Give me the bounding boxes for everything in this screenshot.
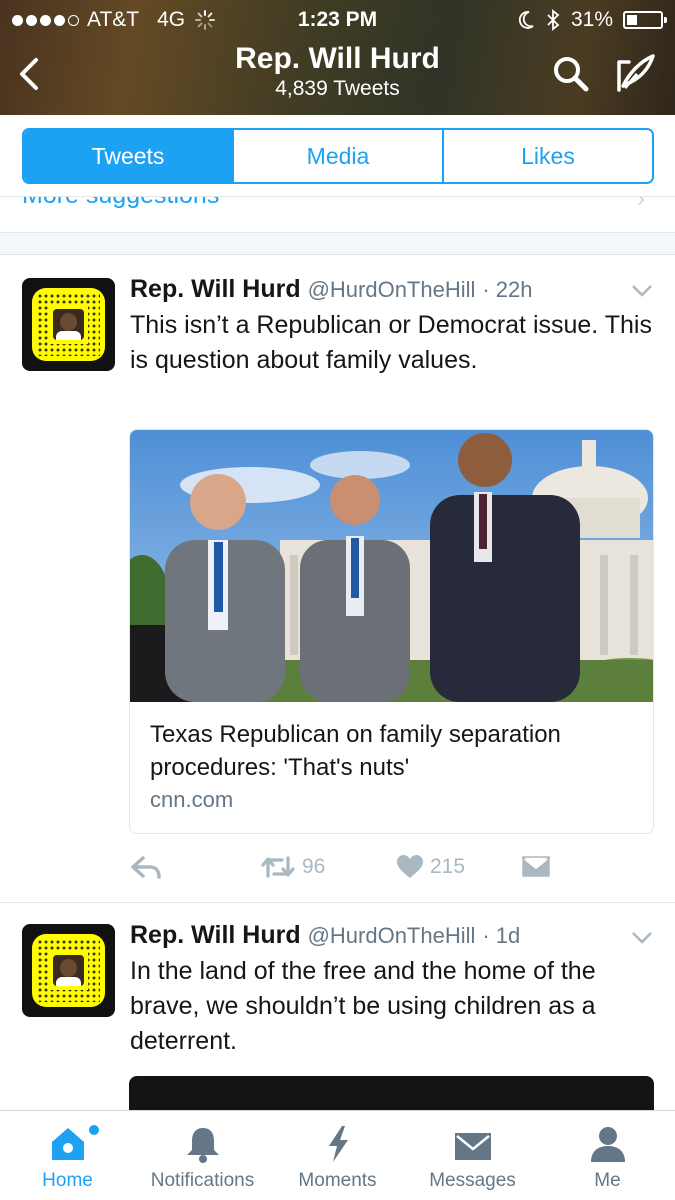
profile-header: AT&T 4G 1:23 PM 31% Rep. Will Hurd 4,839… <box>0 0 675 115</box>
avatar[interactable] <box>22 924 115 1017</box>
retweet-button[interactable]: 96 <box>260 854 325 880</box>
moon-icon <box>518 11 534 29</box>
more-suggestions-link[interactable]: More suggestions <box>22 197 219 210</box>
card-domain: cnn.com <box>150 787 234 812</box>
envelope-icon <box>454 1133 491 1160</box>
media-preview[interactable] <box>129 1076 654 1110</box>
chevron-down-icon[interactable] <box>631 284 653 298</box>
status-bar: AT&T 4G 1:23 PM 31% <box>0 6 675 34</box>
new-content-dot <box>89 1125 99 1135</box>
bell-icon <box>186 1128 219 1163</box>
retweet-count: 96 <box>302 855 326 878</box>
reply-button[interactable] <box>130 854 162 880</box>
tab-notifications[interactable]: Notifications <box>135 1111 270 1200</box>
battery-icon <box>623 11 667 29</box>
link-card[interactable]: Texas Republican on family separation pr… <box>129 429 654 834</box>
tweet-timestamp: · 22h <box>482 277 533 302</box>
tweet[interactable]: Rep. Will Hurd @HurdOnTheHill · 1d In th… <box>0 903 675 1110</box>
tweet-author-handle[interactable]: @HurdOnTheHill <box>308 277 476 302</box>
profile-tabs-bar: Tweets Media Likes <box>0 115 675 197</box>
tab-home[interactable]: Home <box>0 1111 135 1200</box>
like-button[interactable]: 215 <box>396 854 465 880</box>
tab-home-label: Home <box>42 1170 93 1191</box>
card-image <box>130 430 653 702</box>
tab-messages-label: Messages <box>429 1170 516 1191</box>
search-icon[interactable] <box>551 54 591 94</box>
heart-icon <box>397 855 423 878</box>
tab-moments[interactable]: Moments <box>270 1111 405 1200</box>
retweet-icon <box>261 856 295 878</box>
bottom-tab-bar: Home Notifications Moments Messages Me <box>0 1110 675 1200</box>
tweet-author-name[interactable]: Rep. Will Hurd <box>130 275 301 303</box>
home-icon <box>51 1128 84 1160</box>
like-count: 215 <box>430 855 466 878</box>
tweet-author-name[interactable]: Rep. Will Hurd <box>130 921 301 949</box>
battery-percent: 31% <box>570 8 613 31</box>
tab-media[interactable]: Media <box>234 130 444 182</box>
status-right: 31% <box>517 8 667 32</box>
chevron-down-icon[interactable] <box>631 931 653 945</box>
avatar[interactable] <box>22 278 115 371</box>
profile-tabs: Tweets Media Likes <box>22 128 654 184</box>
tweet-actions: 96 215 <box>130 854 550 888</box>
snapcode-image <box>32 934 105 1007</box>
chevron-right-icon: › <box>637 197 645 212</box>
person-icon <box>590 1127 625 1162</box>
card-title: Texas Republican on family separation pr… <box>150 721 561 781</box>
tab-moments-label: Moments <box>298 1170 377 1191</box>
tab-me-label: Me <box>594 1170 621 1191</box>
tweet-text: In the land of the free and the home of … <box>130 957 596 1055</box>
compose-tweet-icon[interactable] <box>615 52 657 94</box>
tweet-text: This isn’t a Republican or Democrat issu… <box>130 311 652 374</box>
snapcode-image <box>32 288 105 361</box>
tab-tweets[interactable]: Tweets <box>24 130 234 182</box>
tweet-timestamp: · 1d <box>482 923 521 948</box>
more-suggestions-row[interactable]: More suggestions › <box>0 197 675 233</box>
tweet-author-handle[interactable]: @HurdOnTheHill <box>308 923 476 948</box>
tweet-header: Rep. Will Hurd @HurdOnTheHill · 1d <box>130 921 520 950</box>
tab-likes[interactable]: Likes <box>444 130 652 182</box>
direct-message-button[interactable] <box>522 854 550 878</box>
nav-bar: Rep. Will Hurd 4,839 Tweets <box>0 36 675 112</box>
envelope-icon <box>522 856 550 877</box>
tab-me[interactable]: Me <box>540 1111 675 1200</box>
tab-messages[interactable]: Messages <box>405 1111 540 1200</box>
section-gap <box>0 233 675 255</box>
bluetooth-icon <box>547 9 560 31</box>
tweet-header: Rep. Will Hurd @HurdOnTheHill · 22h <box>130 275 533 304</box>
lightning-icon <box>328 1126 348 1162</box>
tab-notifications-label: Notifications <box>150 1170 255 1191</box>
tweet[interactable]: Rep. Will Hurd @HurdOnTheHill · 22h This… <box>0 256 675 902</box>
reply-icon <box>131 856 161 879</box>
